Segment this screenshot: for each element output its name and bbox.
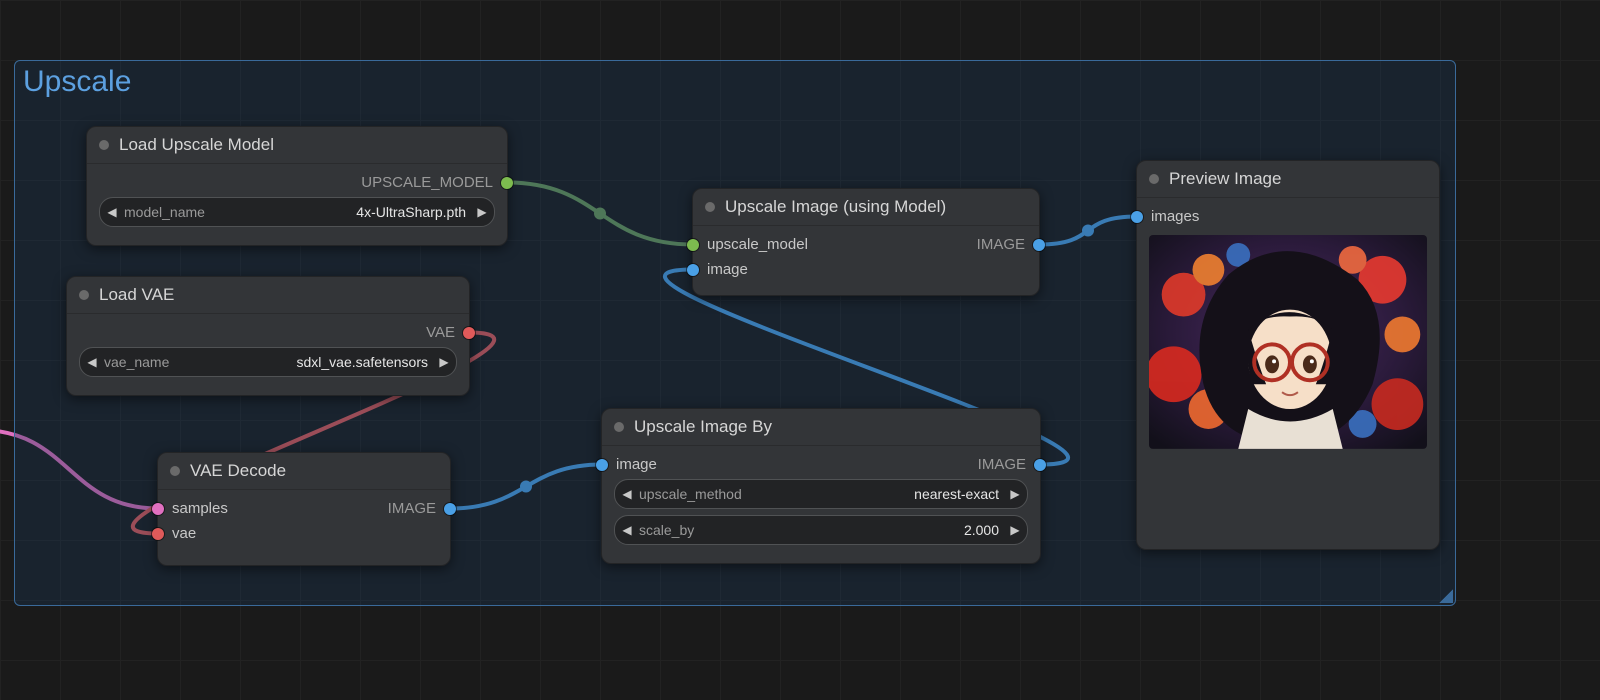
chevron-left-icon[interactable]: ◀ <box>104 205 120 219</box>
node-load-upscale-model[interactable]: Load Upscale Model UPSCALE_MODEL ◀ model… <box>86 126 508 246</box>
node-title: Load Upscale Model <box>119 135 274 155</box>
chevron-right-icon[interactable]: ▶ <box>1007 487 1023 501</box>
widget-upscale-method[interactable]: ◀ upscale_method nearest-exact ▶ <box>614 479 1028 509</box>
node-collapse-dot[interactable] <box>1149 174 1159 184</box>
node-upscale-image-using-model[interactable]: Upscale Image (using Model) upscale_mode… <box>692 188 1040 296</box>
node-title: Preview Image <box>1169 169 1281 189</box>
chevron-right-icon[interactable]: ▶ <box>474 205 490 219</box>
output-image[interactable]: IMAGE <box>388 500 438 517</box>
input-upscale-model[interactable]: upscale_model <box>705 236 808 253</box>
widget-model-name[interactable]: ◀ model_name 4x-UltraSharp.pth ▶ <box>99 197 495 227</box>
chevron-left-icon[interactable]: ◀ <box>84 355 100 369</box>
output-vae[interactable]: VAE <box>426 324 457 341</box>
preview-image-thumbnail[interactable] <box>1149 235 1427 449</box>
node-title: VAE Decode <box>190 461 286 481</box>
output-image[interactable]: IMAGE <box>978 456 1028 473</box>
node-header[interactable]: Upscale Image (using Model) <box>693 189 1039 226</box>
input-vae[interactable]: vae <box>170 525 228 542</box>
node-header[interactable]: Load Upscale Model <box>87 127 507 164</box>
input-samples[interactable]: samples <box>170 500 228 517</box>
node-preview-image[interactable]: Preview Image images <box>1136 160 1440 550</box>
node-collapse-dot[interactable] <box>79 290 89 300</box>
chevron-right-icon[interactable]: ▶ <box>1007 523 1023 537</box>
node-header[interactable]: Load VAE <box>67 277 469 314</box>
node-collapse-dot[interactable] <box>614 422 624 432</box>
widget-vae-name[interactable]: ◀ vae_name sdxl_vae.safetensors ▶ <box>79 347 457 377</box>
input-image[interactable]: image <box>614 456 657 473</box>
chevron-left-icon[interactable]: ◀ <box>619 487 635 501</box>
node-title: Load VAE <box>99 285 174 305</box>
node-collapse-dot[interactable] <box>170 466 180 476</box>
node-collapse-dot[interactable] <box>99 140 109 150</box>
node-title: Upscale Image By <box>634 417 772 437</box>
node-header[interactable]: Preview Image <box>1137 161 1439 198</box>
node-header[interactable]: Upscale Image By <box>602 409 1040 446</box>
node-upscale-image-by[interactable]: Upscale Image By image IMAGE ◀ upscale_m… <box>601 408 1041 564</box>
node-header[interactable]: VAE Decode <box>158 453 450 490</box>
node-collapse-dot[interactable] <box>705 202 715 212</box>
chevron-right-icon[interactable]: ▶ <box>436 355 452 369</box>
chevron-left-icon[interactable]: ◀ <box>619 523 635 537</box>
group-resize-handle[interactable] <box>1439 589 1453 603</box>
node-title: Upscale Image (using Model) <box>725 197 946 217</box>
widget-scale-by[interactable]: ◀ scale_by 2.000 ▶ <box>614 515 1028 545</box>
node-vae-decode[interactable]: VAE Decode samples vae IMAGE <box>157 452 451 566</box>
output-upscale-model[interactable]: UPSCALE_MODEL <box>361 174 495 191</box>
group-title: Upscale <box>23 65 131 99</box>
output-image[interactable]: IMAGE <box>977 236 1027 253</box>
input-image[interactable]: image <box>705 261 808 278</box>
input-images[interactable]: images <box>1149 208 1199 225</box>
node-load-vae[interactable]: Load VAE VAE ◀ vae_name sdxl_vae.safeten… <box>66 276 470 396</box>
